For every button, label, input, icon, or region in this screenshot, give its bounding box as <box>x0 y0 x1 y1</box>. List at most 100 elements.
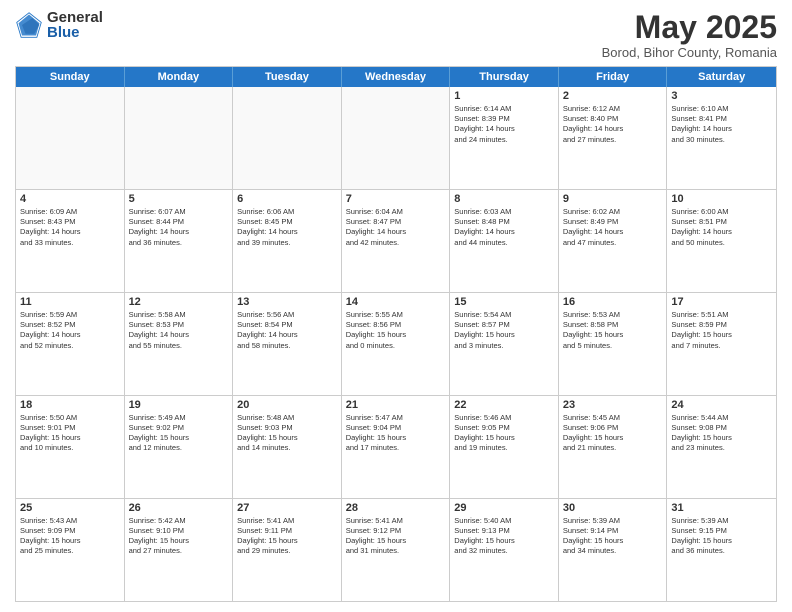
day-number: 18 <box>20 399 120 411</box>
day-info: Sunrise: 5:55 AM Sunset: 8:56 PM Dayligh… <box>346 310 446 351</box>
day-info: Sunrise: 5:44 AM Sunset: 9:08 PM Dayligh… <box>671 413 772 454</box>
day-info: Sunrise: 5:59 AM Sunset: 8:52 PM Dayligh… <box>20 310 120 351</box>
day-cell-31: 31Sunrise: 5:39 AM Sunset: 9:15 PM Dayli… <box>667 499 776 601</box>
day-info: Sunrise: 5:53 AM Sunset: 8:58 PM Dayligh… <box>563 310 663 351</box>
day-number: 19 <box>129 399 229 411</box>
day-info: Sunrise: 6:03 AM Sunset: 8:48 PM Dayligh… <box>454 207 554 248</box>
header-day-thursday: Thursday <box>450 67 559 87</box>
day-cell-4: 4Sunrise: 6:09 AM Sunset: 8:43 PM Daylig… <box>16 190 125 292</box>
day-cell-24: 24 Sunrise: 5:44 AM Sunset: 9:08 PM Dayli… <box>667 396 776 498</box>
day-info: Sunrise: 5:41 AM Sunset: 9:12 PM Dayligh… <box>346 516 446 557</box>
day-info: Sunrise: 5:40 AM Sunset: 9:13 PM Dayligh… <box>454 516 554 557</box>
calendar-row-4: 18 Sunrise: 5:50 AM Sunset: 9:01 PM Dayli… <box>16 396 776 499</box>
day-info: Sunrise: 5:54 AM Sunset: 8:57 PM Dayligh… <box>454 310 554 351</box>
day-cell-11: 11 Sunrise: 5:59 AM Sunset: 8:52 PM Dayli… <box>16 293 125 395</box>
day-info: Sunrise: 5:43 AM Sunset: 9:09 PM Dayligh… <box>20 516 120 557</box>
day-cell-23: 23 Sunrise: 5:45 AM Sunset: 9:06 PM Dayli… <box>559 396 668 498</box>
day-cell-19: 19 Sunrise: 5:49 AM Sunset: 9:02 PM Dayli… <box>125 396 234 498</box>
day-info: Sunrise: 5:39 AM Sunset: 9:14 PM Dayligh… <box>563 516 663 557</box>
day-number: 9 <box>563 193 663 205</box>
day-number: 2 <box>563 90 663 102</box>
day-cell-20: 20 Sunrise: 5:48 AM Sunset: 9:03 PM Dayli… <box>233 396 342 498</box>
calendar-row-5: 25 Sunrise: 5:43 AM Sunset: 9:09 PM Dayli… <box>16 499 776 601</box>
day-info: Sunrise: 6:02 AM Sunset: 8:49 PM Dayligh… <box>563 207 663 248</box>
header-day-friday: Friday <box>559 67 668 87</box>
day-cell-14: 14 Sunrise: 5:55 AM Sunset: 8:56 PM Dayli… <box>342 293 451 395</box>
header-day-tuesday: Tuesday <box>233 67 342 87</box>
day-number: 16 <box>563 296 663 308</box>
day-number: 27 <box>237 502 337 514</box>
day-number: 8 <box>454 193 554 205</box>
day-number: 23 <box>563 399 663 411</box>
day-info: Sunrise: 6:07 AM Sunset: 8:44 PM Dayligh… <box>129 207 229 248</box>
day-info: Sunrise: 6:00 AM Sunset: 8:51 PM Dayligh… <box>671 207 772 248</box>
day-number: 6 <box>237 193 337 205</box>
logo: General Blue <box>15 10 103 40</box>
day-info: Sunrise: 5:50 AM Sunset: 9:01 PM Dayligh… <box>20 413 120 454</box>
empty-cell <box>233 87 342 189</box>
title-block: May 2025 Borod, Bihor County, Romania <box>602 10 777 60</box>
day-info: Sunrise: 5:46 AM Sunset: 9:05 PM Dayligh… <box>454 413 554 454</box>
day-info: Sunrise: 6:10 AM Sunset: 8:41 PM Dayligh… <box>671 104 772 145</box>
day-number: 17 <box>671 296 772 308</box>
day-number: 1 <box>454 90 554 102</box>
logo-general: General <box>47 10 103 25</box>
day-info: Sunrise: 5:45 AM Sunset: 9:06 PM Dayligh… <box>563 413 663 454</box>
logo-text: General Blue <box>47 10 103 40</box>
day-info: Sunrise: 6:14 AM Sunset: 8:39 PM Dayligh… <box>454 104 554 145</box>
day-cell-18: 18 Sunrise: 5:50 AM Sunset: 9:01 PM Dayli… <box>16 396 125 498</box>
day-number: 3 <box>671 90 772 102</box>
calendar-row-2: 4Sunrise: 6:09 AM Sunset: 8:43 PM Daylig… <box>16 190 776 293</box>
header-day-monday: Monday <box>125 67 234 87</box>
day-number: 24 <box>671 399 772 411</box>
day-number: 20 <box>237 399 337 411</box>
day-cell-27: 27 Sunrise: 5:41 AM Sunset: 9:11 PM Dayli… <box>233 499 342 601</box>
calendar-row-3: 11 Sunrise: 5:59 AM Sunset: 8:52 PM Dayli… <box>16 293 776 396</box>
day-number: 7 <box>346 193 446 205</box>
logo-icon <box>15 11 43 39</box>
day-info: Sunrise: 6:04 AM Sunset: 8:47 PM Dayligh… <box>346 207 446 248</box>
subtitle: Borod, Bihor County, Romania <box>602 45 777 60</box>
day-cell-5: 5 Sunrise: 6:07 AM Sunset: 8:44 PM Daylig… <box>125 190 234 292</box>
day-number: 5 <box>129 193 229 205</box>
header-day-wednesday: Wednesday <box>342 67 451 87</box>
logo-blue: Blue <box>47 25 103 40</box>
day-info: Sunrise: 5:51 AM Sunset: 8:59 PM Dayligh… <box>671 310 772 351</box>
day-cell-15: 15Sunrise: 5:54 AM Sunset: 8:57 PM Dayli… <box>450 293 559 395</box>
day-number: 30 <box>563 502 663 514</box>
day-number: 22 <box>454 399 554 411</box>
day-cell-9: 9 Sunrise: 6:02 AM Sunset: 8:49 PM Daylig… <box>559 190 668 292</box>
day-info: Sunrise: 5:41 AM Sunset: 9:11 PM Dayligh… <box>237 516 337 557</box>
day-number: 10 <box>671 193 772 205</box>
day-number: 14 <box>346 296 446 308</box>
day-info: Sunrise: 5:49 AM Sunset: 9:02 PM Dayligh… <box>129 413 229 454</box>
empty-cell <box>342 87 451 189</box>
calendar-header: SundayMondayTuesdayWednesdayThursdayFrid… <box>16 67 776 87</box>
calendar-row-1: 1 Sunrise: 6:14 AM Sunset: 8:39 PM Daylig… <box>16 87 776 190</box>
day-number: 25 <box>20 502 120 514</box>
day-number: 13 <box>237 296 337 308</box>
day-info: Sunrise: 5:56 AM Sunset: 8:54 PM Dayligh… <box>237 310 337 351</box>
day-cell-16: 16 Sunrise: 5:53 AM Sunset: 8:58 PM Dayli… <box>559 293 668 395</box>
empty-cell <box>16 87 125 189</box>
day-cell-7: 7 Sunrise: 6:04 AM Sunset: 8:47 PM Daylig… <box>342 190 451 292</box>
month-title: May 2025 <box>602 10 777 45</box>
day-cell-12: 12Sunrise: 5:58 AM Sunset: 8:53 PM Dayli… <box>125 293 234 395</box>
day-number: 26 <box>129 502 229 514</box>
day-info: Sunrise: 5:39 AM Sunset: 9:15 PM Dayligh… <box>671 516 772 557</box>
day-info: Sunrise: 5:48 AM Sunset: 9:03 PM Dayligh… <box>237 413 337 454</box>
day-number: 29 <box>454 502 554 514</box>
day-cell-8: 8 Sunrise: 6:03 AM Sunset: 8:48 PM Daylig… <box>450 190 559 292</box>
day-info: Sunrise: 5:42 AM Sunset: 9:10 PM Dayligh… <box>129 516 229 557</box>
day-cell-3: 3 Sunrise: 6:10 AM Sunset: 8:41 PM Daylig… <box>667 87 776 189</box>
day-cell-29: 29 Sunrise: 5:40 AM Sunset: 9:13 PM Dayli… <box>450 499 559 601</box>
day-info: Sunrise: 5:58 AM Sunset: 8:53 PM Dayligh… <box>129 310 229 351</box>
day-cell-6: 6Sunrise: 6:06 AM Sunset: 8:45 PM Daylig… <box>233 190 342 292</box>
calendar-body: 1 Sunrise: 6:14 AM Sunset: 8:39 PM Daylig… <box>16 87 776 601</box>
day-number: 11 <box>20 296 120 308</box>
header-day-sunday: Sunday <box>16 67 125 87</box>
day-number: 28 <box>346 502 446 514</box>
day-info: Sunrise: 6:12 AM Sunset: 8:40 PM Dayligh… <box>563 104 663 145</box>
header-day-saturday: Saturday <box>667 67 776 87</box>
day-info: Sunrise: 5:47 AM Sunset: 9:04 PM Dayligh… <box>346 413 446 454</box>
